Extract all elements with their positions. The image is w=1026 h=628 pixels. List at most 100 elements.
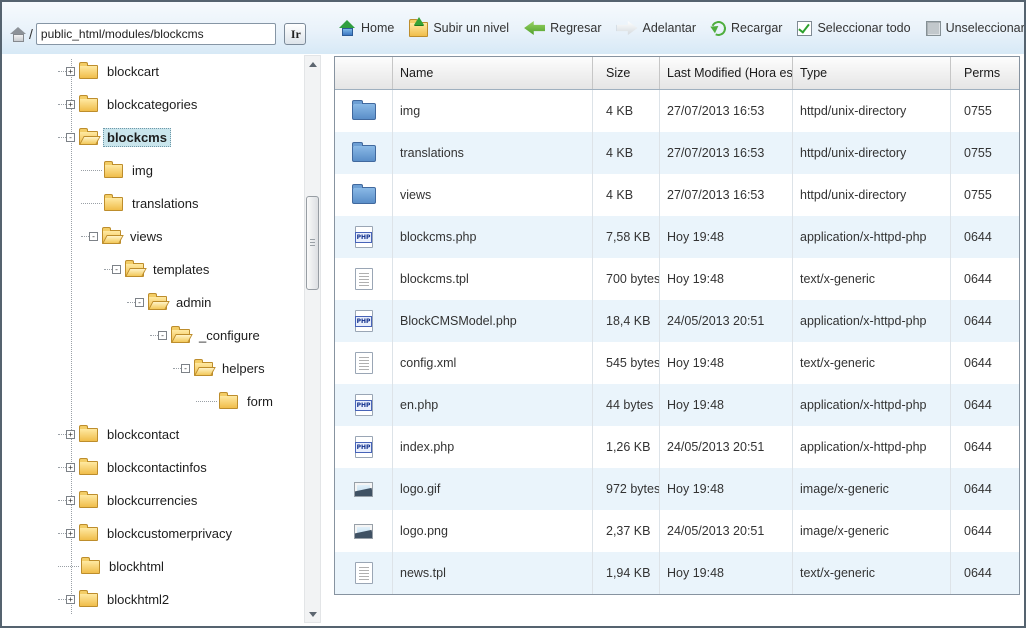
closed-folder-icon: [79, 61, 98, 79]
toolbar-button-subir-un-nivel[interactable]: Subir un nivel: [409, 19, 509, 37]
tree-item-label: _configure: [199, 328, 260, 343]
tree-connector: [58, 599, 66, 600]
cell-type: httpd/unix-directory: [793, 90, 951, 132]
tree-item-translations[interactable]: translations: [4, 187, 304, 220]
table-row-logo.gif[interactable]: logo.gif 972 bytes Hoy 19:48 image/x-gen…: [335, 468, 1019, 510]
scroll-down-arrow-icon[interactable]: [305, 606, 320, 622]
table-row-en.php[interactable]: en.php 44 bytes Hoy 19:48 application/x-…: [335, 384, 1019, 426]
tree-expander-icon[interactable]: -: [89, 232, 98, 241]
tree-item-views[interactable]: - views: [4, 220, 304, 253]
tree-item-blockcms[interactable]: - blockcms: [4, 121, 304, 154]
open-folder-icon: [79, 127, 98, 145]
tree-item-helpers[interactable]: - helpers: [4, 352, 304, 385]
column-header-perms[interactable]: Perms: [951, 57, 1019, 89]
tree-expander-icon[interactable]: +: [66, 529, 75, 538]
tree-expander-icon[interactable]: -: [112, 265, 121, 274]
column-header-name[interactable]: Name: [393, 57, 593, 89]
tree-connector: [196, 401, 217, 402]
tree-expander-icon[interactable]: -: [181, 364, 190, 373]
tree-item-admin[interactable]: - admin: [4, 286, 304, 319]
tree-expander-icon[interactable]: +: [66, 430, 75, 439]
tree-expander-icon[interactable]: +: [66, 100, 75, 109]
cell-perms: 0644: [964, 482, 992, 496]
column-header-type[interactable]: Type: [793, 57, 951, 89]
path-root-slash: /: [29, 26, 33, 42]
tree-item-_configure[interactable]: - _configure: [4, 319, 304, 352]
cell-type: application/x-httpd-php: [793, 216, 951, 258]
tree-item-form[interactable]: form: [4, 385, 304, 418]
toolbar-button-recargar[interactable]: Recargar: [708, 18, 782, 38]
tree-item-blockhtml[interactable]: blockhtml: [4, 550, 304, 583]
tree-expander-icon[interactable]: +: [66, 67, 75, 76]
table-row-img[interactable]: img 4 KB 27/07/2013 16:53 httpd/unix-dir…: [335, 90, 1019, 132]
table-row-blockcms.php[interactable]: blockcms.php 7,58 KB Hoy 19:48 applicati…: [335, 216, 1019, 258]
cell-size: 972 bytes: [593, 468, 660, 510]
tree-item-label: blockhtml: [109, 559, 164, 574]
column-header-last[interactable]: Last Modified (Hora está: [660, 57, 793, 89]
tree-item-blockcontact[interactable]: + blockcontact: [4, 418, 304, 451]
toolbar-button-home[interactable]: Home: [339, 20, 394, 36]
path-input[interactable]: [35, 23, 276, 45]
cell-type: text/x-generic: [793, 552, 951, 594]
cell-type: image/x-generic: [793, 468, 951, 510]
tree-item-blockcart[interactable]: + blockcart: [4, 55, 304, 88]
toolbar-button-seleccionar-todo[interactable]: Seleccionar todo: [797, 20, 911, 36]
tree-connector: [58, 500, 66, 501]
tree-item-label: admin: [176, 295, 212, 310]
cell-size: 4 KB: [593, 132, 660, 174]
column-header-size[interactable]: Size: [593, 57, 660, 89]
folder-up-icon: [409, 19, 429, 37]
file-list-panel: Name Size Last Modified (Hora está Type Perm…: [334, 56, 1020, 595]
home-icon: [339, 20, 356, 36]
cell-perms: 0644: [964, 440, 992, 454]
tree-expander-icon[interactable]: +: [66, 463, 75, 472]
tree-connector: [58, 104, 66, 105]
toolbar: Home Subir un nivel Regresar Adelantar R…: [339, 2, 1024, 54]
address-bar: / Ir: [10, 23, 306, 45]
column-header-icon[interactable]: [335, 57, 393, 89]
tree-connector: [58, 566, 79, 567]
tree-item-blockcustomerprivacy[interactable]: + blockcustomerprivacy: [4, 517, 304, 550]
toolbar-button-unseleccionar-todo[interactable]: Unseleccionar todo: [925, 20, 1024, 36]
tree-item-label: form: [247, 394, 273, 409]
tree-expander-icon[interactable]: -: [158, 331, 167, 340]
tree-scrollbar[interactable]: [304, 55, 321, 623]
tree-expander-icon[interactable]: -: [135, 298, 144, 307]
tree-item-img[interactable]: img: [4, 154, 304, 187]
table-row-index.php[interactable]: index.php 1,26 KB 24/05/2013 20:51 appli…: [335, 426, 1019, 468]
cell-perms: 0644: [964, 524, 992, 538]
table-row-views[interactable]: views 4 KB 27/07/2013 16:53 httpd/unix-d…: [335, 174, 1019, 216]
tree-item-blockcurrencies[interactable]: + blockcurrencies: [4, 484, 304, 517]
php-file-icon: [354, 310, 373, 332]
tree-item-blockcontactinfos[interactable]: + blockcontactinfos: [4, 451, 304, 484]
tree-item-blockhtml2[interactable]: + blockhtml2: [4, 583, 304, 616]
cell-name: index.php: [393, 426, 593, 468]
cell-modified: Hoy 19:48: [660, 258, 793, 300]
cell-perms: 0644: [964, 356, 992, 370]
toolbar-button-adelantar[interactable]: Adelantar: [616, 21, 696, 35]
table-row-blockcms.tpl[interactable]: blockcms.tpl 700 bytes Hoy 19:48 text/x-…: [335, 258, 1019, 300]
toolbar-button-regresar[interactable]: Regresar: [524, 21, 602, 35]
scroll-up-arrow-icon[interactable]: [305, 56, 320, 72]
table-row-logo.png[interactable]: logo.png 2,37 KB 24/05/2013 20:51 image/…: [335, 510, 1019, 552]
tree-item-blockcategories[interactable]: + blockcategories: [4, 88, 304, 121]
tree-expander-icon[interactable]: +: [66, 595, 75, 604]
cell-name: config.xml: [393, 342, 593, 384]
go-button[interactable]: Ir: [283, 23, 306, 45]
scrollbar-thumb[interactable]: [306, 196, 319, 290]
table-row-news.tpl[interactable]: news.tpl 1,94 KB Hoy 19:48 text/x-generi…: [335, 552, 1019, 594]
tree-item-label: blockcustomerprivacy: [107, 526, 232, 541]
table-row-config.xml[interactable]: config.xml 545 bytes Hoy 19:48 text/x-ge…: [335, 342, 1019, 384]
table-row-translations[interactable]: translations 4 KB 27/07/2013 16:53 httpd…: [335, 132, 1019, 174]
folder-file-icon: [351, 141, 376, 162]
closed-folder-icon: [79, 94, 98, 112]
tree-expander-icon[interactable]: +: [66, 496, 75, 505]
cell-name: translations: [393, 132, 593, 174]
cell-modified: 24/05/2013 20:51: [660, 300, 793, 342]
tree-item-templates[interactable]: - templates: [4, 253, 304, 286]
table-row-BlockCMSModel.php[interactable]: BlockCMSModel.php 18,4 KB 24/05/2013 20:…: [335, 300, 1019, 342]
cell-type: application/x-httpd-php: [793, 384, 951, 426]
tree-connector: [150, 335, 158, 336]
tree-expander-icon[interactable]: -: [66, 133, 75, 142]
tree-item-label: blockcategories: [107, 97, 198, 112]
